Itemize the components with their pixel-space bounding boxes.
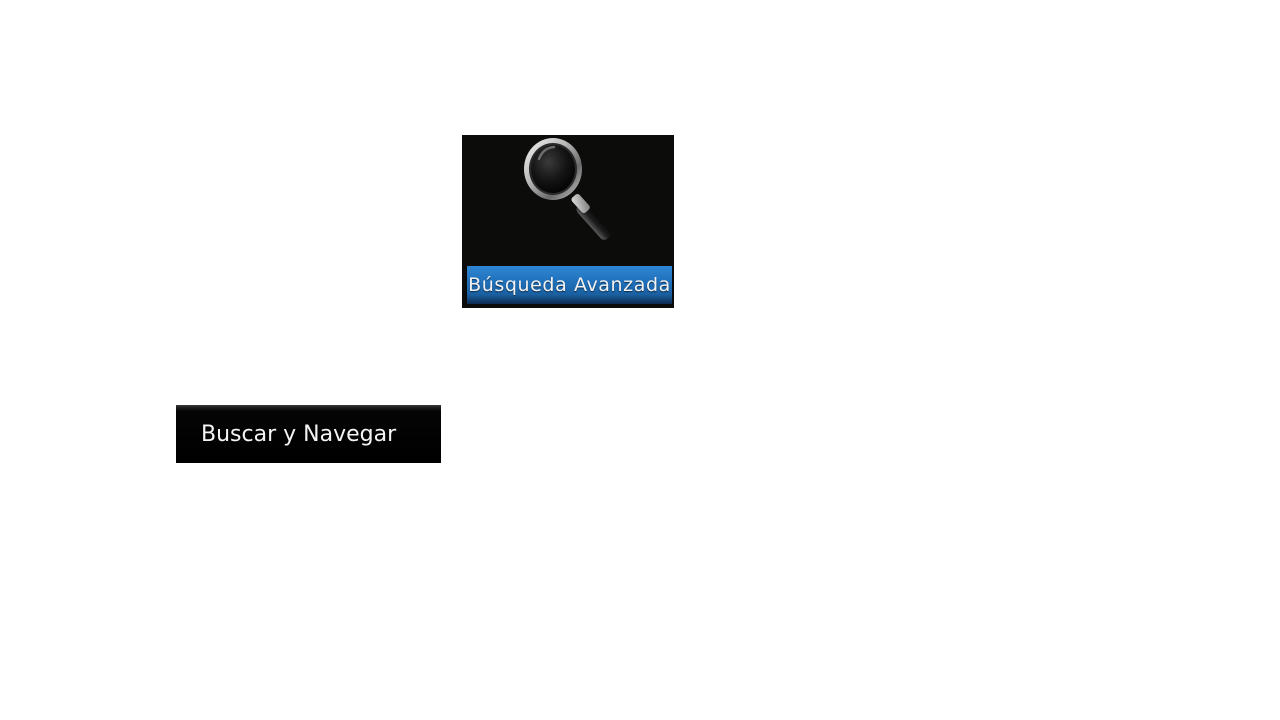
screen-canvas: Búsqueda Avanzada Buscar y Navegar [0,0,1280,720]
search-and-browse-button[interactable]: Buscar y Navegar [176,405,441,463]
advanced-search-tile[interactable]: Búsqueda Avanzada [462,135,674,308]
advanced-search-label: Búsqueda Avanzada [468,274,671,296]
advanced-search-label-bar: Búsqueda Avanzada [467,266,672,304]
search-and-browse-label: Buscar y Navegar [201,422,397,447]
magnifying-glass-icon [512,135,622,253]
